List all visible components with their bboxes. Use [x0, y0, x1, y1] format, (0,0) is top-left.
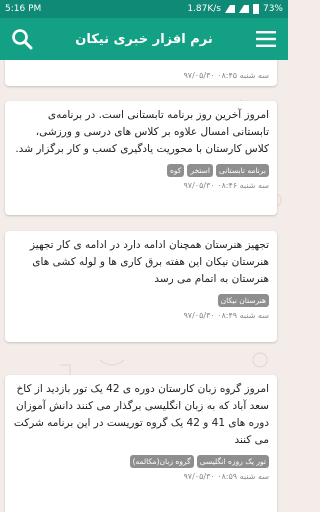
status-indicators: 1.87K/s 73%	[187, 4, 283, 14]
app-title: نرم افزار خبری نیکان	[75, 31, 213, 47]
battery-level: 73%	[262, 4, 283, 14]
tag[interactable]: هنرستان نیکان	[217, 294, 269, 307]
post-text: تجهیز هنرستان همچنان ادامه دارد در ادامه…	[30, 239, 269, 285]
app-bar: نرم افزار خبری نیکان	[0, 18, 288, 60]
post-date: سه شنبه ۰۸:۴۶ ۹۷/۰۵/۳۰	[183, 181, 269, 190]
post-date: سه شنبه ۰۸:۵۹ ۹۷/۰۵/۳۰	[183, 472, 269, 481]
tag[interactable]: برنامه تابستانی	[215, 164, 269, 177]
status-time: 5:16 PM	[5, 4, 42, 14]
signal-icon	[224, 5, 235, 13]
news-card-4[interactable]: امروز گروه زبان کارستان دوره ی 42 یک تور…	[5, 375, 277, 512]
news-card-3[interactable]: تجهیز هنرستان همچنان ادامه دارد در ادامه…	[5, 231, 277, 342]
post-text: امروز گروه زبان کارستان دوره ی 42 یک تور…	[13, 383, 269, 446]
post-date: سه شنبه ۰۸:۴۹ ۹۷/۰۵/۳۰	[183, 311, 269, 320]
tag[interactable]: استخر	[187, 164, 213, 177]
battery-icon	[252, 4, 259, 14]
network-speed: 1.87K/s	[187, 4, 221, 14]
search-button[interactable]	[10, 27, 34, 51]
tag[interactable]: تور یک روزه انگلیسی	[196, 455, 269, 468]
status-bar: 5:16 PM 1.87K/s 73%	[0, 0, 288, 18]
menu-icon	[255, 31, 276, 47]
tag-list: تور یک روزه انگلیسی گروه زبان(مکالمه)	[13, 455, 269, 468]
tag[interactable]: گروه زبان(مکالمه)	[129, 455, 194, 468]
post-text: امروز آخرین روز برنامه تابستانی است. در …	[15, 109, 269, 155]
menu-button[interactable]	[254, 27, 278, 51]
news-feed[interactable]: سه شنبه ۰۸:۴۵ ۹۷/۰۵/۳۰ امروز آخرین روز ب…	[0, 60, 288, 512]
search-icon	[12, 29, 33, 50]
post-date: سه شنبه ۰۸:۴۵ ۹۷/۰۵/۳۰	[183, 71, 269, 80]
signal-icon-2	[238, 5, 249, 13]
tag[interactable]: کوه	[166, 164, 185, 177]
tag-list: هنرستان نیکان	[13, 294, 269, 307]
news-card-1[interactable]: سه شنبه ۰۸:۴۵ ۹۷/۰۵/۳۰	[5, 60, 277, 86]
tag-list: برنامه تابستانی استخر کوه	[13, 164, 269, 177]
news-card-2[interactable]: امروز آخرین روز برنامه تابستانی است. در …	[5, 101, 277, 215]
